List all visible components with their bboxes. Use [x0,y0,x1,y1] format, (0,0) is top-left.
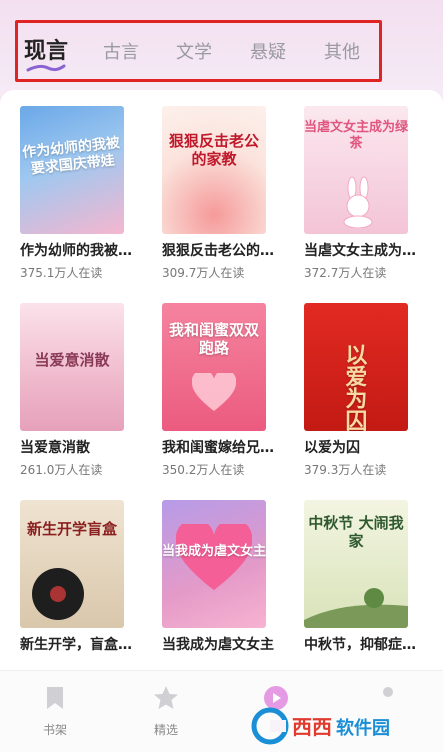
book-cover: 我和闺蜜双双跑路 [162,303,266,431]
book-title: 我和闺蜜嫁给兄… [162,440,274,456]
nav-label: 书架 [42,723,67,737]
bunny-icon [343,176,373,228]
svg-text:软件园: 软件园 [336,717,390,739]
reader-count: 379.3万人在读 [304,463,387,477]
book-title: 以爱为囚 [304,440,360,456]
annotation-highlight-box [15,20,382,82]
book-cover: 狠狠反击老公的家教 [162,106,266,234]
watermark-logo: 西西 软件园 [251,707,390,745]
book-cover: 作为幼师的我被要求国庆带娃 [20,106,124,234]
nav-label: 精选 [153,723,178,737]
book-title: 当虐文女主成为… [304,243,416,259]
bookmark-icon [47,687,63,709]
reader-count: 375.1万人在读 [20,266,103,280]
svg-text:西西: 西西 [292,715,332,739]
book-title: 狠狠反击老公的… [162,243,274,259]
book-cover: 当我成为虐文女主 [162,500,266,628]
reader-count: 309.7万人在读 [162,266,245,280]
reader-count: 372.7万人在读 [304,266,387,280]
book-cover: 中秋节 大闹我家 [304,500,408,628]
book-cover: 以爱为囚 [304,303,408,431]
vinyl-record-icon [32,568,84,620]
book-cover: 当爱意消散 [20,303,124,431]
nav-featured[interactable]: 精选 [136,685,196,738]
reader-count: 261.0万人在读 [20,463,103,477]
star-icon [154,686,178,709]
book-grid: 作为幼师的我被要求国庆带娃 作为幼师的我被… 375.1万人在读 狠狠反击老公的… [0,90,443,670]
book-title: 新生开学，盲盒… [20,637,132,653]
nav-bookshelf[interactable]: 书架 [25,685,85,738]
heart-icon [192,373,236,411]
tree-branch-icon [304,588,408,628]
book-title: 当爱意消散 [20,440,90,456]
book-title: 当我成为虐文女主 [162,637,274,653]
reader-count: 350.2万人在读 [162,463,245,477]
book-cover: 新生开学盲盒 [20,500,124,628]
book-title: 作为幼师的我被… [20,243,132,259]
book-cover: 当虐文女主成为绿茶 [304,106,408,234]
book-title: 中秋节，抑郁症… [304,637,416,653]
